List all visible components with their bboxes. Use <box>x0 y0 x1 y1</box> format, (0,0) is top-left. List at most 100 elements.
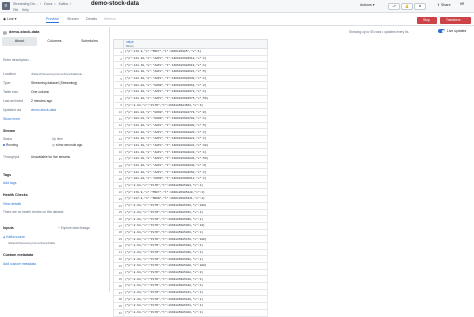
table-cell[interactable]: {"p":141.38,"s":"AAPL","t":1666185904519… <box>123 61 268 70</box>
input-source[interactable]: ◈ Kafka source <box>3 235 25 239</box>
table-row[interactable]: 10 {"p":101.02,"s":"GOOG","t":16661859047… <box>113 108 268 116</box>
avatar[interactable]: HR <box>457 2 467 11</box>
table-cell[interactable]: {"p":141.38,"s":"AAPL","t":1666185904521… <box>123 68 268 76</box>
table-row[interactable]: 38 {"p":8.64,"s":"PLTR","t":1666185905440… <box>113 295 268 304</box>
table-cell[interactable]: {"p":8.64,"s":"PLTR","t":1666185905431,"… <box>123 288 268 297</box>
table-cell[interactable]: {"p":170.9,"s":"MSFT","t":1666185905240,… <box>123 188 268 197</box>
menu-help[interactable]: Help <box>22 8 29 12</box>
table-cell[interactable]: {"p":101.02,"s":"GOOG","t":1666185904798… <box>123 114 268 123</box>
table-row[interactable]: 13 {"p":141.38,"s":"AAPL","t":16661859048… <box>113 128 268 136</box>
tab-schedules[interactable]: Schedules <box>72 37 107 46</box>
table-cell[interactable]: {"p":8.64,"s":"PLTR","t":1666185905363,"… <box>123 228 268 237</box>
live-updates-toggle[interactable]: Live updates <box>438 29 466 34</box>
table-cell[interactable]: {"p":8.64,"s":"PLTR","t":1666185905440,"… <box>123 295 268 304</box>
table-row[interactable]: 35 {"p":8.64,"s":"PLTR","t":1666185905410… <box>113 275 268 284</box>
tab-preview[interactable]: Preview <box>46 17 59 23</box>
table-row[interactable]: 7 {"p":141.38,"s":"AAPL","t":166618590457… <box>113 88 268 96</box>
breadcrumb-item[interactable]: Docs <box>44 2 52 6</box>
table-row[interactable]: 22 {"p":170.9,"s":"MSFT","t":166618590524… <box>113 188 268 197</box>
table-cell[interactable]: {"p":101.02,"s":"GOOG","t":1666185905012… <box>123 175 268 183</box>
tab-metrics[interactable]: Metrics <box>104 17 116 21</box>
table-row[interactable]: 9 {"p":8.64,"s":"PLTR","t":1666185904593,… <box>113 101 268 110</box>
table-row[interactable]: 36 {"p":8.64,"s":"PLTR","t":1666185905420… <box>113 282 268 290</box>
table-row[interactable]: 8 {"p":141.38,"s":"AAPL","t":166618590457… <box>113 94 268 103</box>
table-cell[interactable]: {"p":8.64,"s":"PLTR","t":1666185905386,"… <box>123 248 268 257</box>
table-cell[interactable]: {"p":8.64,"s":"PLTR","t":1666185905420,"… <box>123 282 268 290</box>
table-row[interactable]: 11 {"p":101.02,"s":"GOOG","t":16661859047… <box>113 114 268 123</box>
table-row[interactable]: 40 {"p":8.64,"s":"PLTR","t":1666185905460… <box>113 308 268 317</box>
table-row[interactable]: 20 {"p":101.02,"s":"GOOG","t":16661859050… <box>113 175 268 183</box>
tab-details[interactable]: Details <box>86 17 97 21</box>
table-cell[interactable]: {"p":8.64,"s":"PLTR","t":1666185905392,"… <box>123 255 268 263</box>
table-cell[interactable]: {"p":8.64,"s":"PLTR","t":1666185905380,"… <box>123 241 268 250</box>
table-cell[interactable]: {"p":170.9,"s":"MSFT","t":1666185905","v… <box>123 48 268 56</box>
table-cell[interactable]: {"p":141.38,"s":"AAPL","t":1666185904822… <box>123 134 268 143</box>
tab-stream[interactable]: Stream <box>67 17 79 21</box>
table-row[interactable]: 3 {"p":141.38,"s":"AAPL","t":166618590451… <box>113 61 268 70</box>
table-row[interactable]: 2 {"p":141.38,"s":"AAPL","t":166618590451… <box>113 54 268 63</box>
table-cell[interactable]: {"p":141.38,"s":"AAPL","t":1666185904800… <box>123 121 268 130</box>
table-row[interactable]: 12 {"p":141.38,"s":"AAPL","t":16661859048… <box>113 121 268 130</box>
table-row[interactable]: 33 {"p":8.64,"s":"PLTR","t":1666185905400… <box>113 262 268 270</box>
table-cell[interactable]: {"p":141.38,"s":"AAPL","t":1666185904850… <box>123 168 268 177</box>
add-custom-metadata-link[interactable]: Add custom metadata <box>3 262 36 266</box>
table-cell[interactable]: {"p":8.64,"s":"PLTR","t":1666185905361,"… <box>123 221 268 230</box>
share-button[interactable]: ⇪ Share <box>437 3 451 7</box>
table-row[interactable]: 27 {"p":8.64,"s":"PLTR","t":1666185905361… <box>113 221 268 230</box>
table-cell[interactable]: {"p":8.64,"s":"PLTR","t":1666185904593,"… <box>123 101 268 110</box>
table-cell[interactable]: {"p":141.38,"s":"AAPL","t":1666185904820… <box>123 128 268 136</box>
table-cell[interactable]: {"p":141.38,"s":"AAPL","t":1666185904573… <box>123 88 268 96</box>
table-row[interactable]: 14 {"p":141.38,"s":"AAPL","t":16661859048… <box>113 134 268 143</box>
table-row[interactable]: 37 {"p":8.64,"s":"PLTR","t":1666185905431… <box>113 288 268 297</box>
table-row[interactable]: 32 {"p":8.64,"s":"PLTR","t":1666185905392… <box>113 255 268 263</box>
prop-updated-link[interactable]: demo-stock-data <box>31 108 56 112</box>
table-row[interactable]: 34 {"p":8.64,"s":"PLTR","t":1666185905402… <box>113 268 268 277</box>
table-cell[interactable]: {"p":8.64,"s":"PLTR","t":1666185905410,"… <box>123 275 268 284</box>
description-input[interactable]: Enter description... <box>3 58 31 62</box>
actions-button[interactable]: Actions ▾ <box>360 3 375 7</box>
menu-file[interactable]: File <box>13 8 18 12</box>
table-cell[interactable]: {"p":141.38,"s":"AAPL","t":1666185904840… <box>123 161 268 170</box>
table-cell[interactable]: {"p":141.38,"s":"AAPL","t":1666185904831… <box>123 141 268 150</box>
transform-button[interactable]: Transform <box>440 17 471 24</box>
table-row[interactable]: 4 {"p":141.38,"s":"AAPL","t":166618590452… <box>113 68 268 76</box>
table-row[interactable]: 21 {"p":8.64,"s":"PLTR","t":1666185905083… <box>113 181 268 190</box>
table-row[interactable]: 19 {"p":141.38,"s":"AAPL","t":16661859048… <box>113 168 268 177</box>
table-row[interactable]: 15 {"p":141.38,"s":"AAPL","t":16661859048… <box>113 141 268 150</box>
table-cell[interactable]: {"p":141.38,"s":"AAPL","t":1666185904575… <box>123 94 268 103</box>
table-row[interactable]: 30 {"p":8.64,"s":"PLTR","t":1666185905380… <box>113 241 268 250</box>
tab-about[interactable]: About <box>2 37 37 46</box>
table-cell[interactable]: {"p":141.38,"s":"AAPL","t":1666185904530… <box>123 74 268 83</box>
table-row[interactable]: 28 {"p":8.64,"s":"PLTR","t":1666185905363… <box>113 228 268 237</box>
table-row[interactable]: 16 {"p":141.38,"s":"AAPL","t":16661859048… <box>113 148 268 156</box>
table-row[interactable]: 25 {"p":8.64,"s":"PLTR","t":1666185905352… <box>113 208 268 217</box>
breadcrumb-item[interactable]: Streaming De... <box>13 2 38 6</box>
table-cell[interactable]: {"p":8.64,"s":"PLTR","t":1666185905360,"… <box>123 215 268 223</box>
table-cell[interactable]: {"p":8.64,"s":"PLTR","t":1666185905400,"… <box>123 262 268 270</box>
table-row[interactable]: 5 {"p":141.38,"s":"AAPL","t":166618590453… <box>113 74 268 83</box>
table-cell[interactable]: {"p":141.38,"s":"AAPL","t":1666185904836… <box>123 155 268 163</box>
table-row[interactable]: 23 {"p":217.9,"s":"SNOW","t":166618590533… <box>113 195 268 203</box>
table-cell[interactable]: {"p":141.38,"s":"AAPL","t":1666185904832… <box>123 148 268 156</box>
live-dropdown[interactable]: ◉ Live ▾ <box>3 17 17 21</box>
table-row[interactable]: 26 {"p":8.64,"s":"PLTR","t":1666185905360… <box>113 215 268 223</box>
breadcrumb-item[interactable]: Kafka <box>59 2 68 6</box>
table-cell[interactable]: {"p":8.64,"s":"PLTR","t":1666185905352,"… <box>123 208 268 217</box>
toggle-switch[interactable] <box>438 29 445 34</box>
show-more-link[interactable]: Show more <box>3 117 20 121</box>
table-row[interactable]: 1 {"p":170.9,"s":"MSFT","t":1666185905","… <box>113 48 268 56</box>
table-row[interactable]: 18 {"p":141.38,"s":"AAPL","t":16661859048… <box>113 161 268 170</box>
table-row[interactable]: 39 {"p":8.64,"s":"PLTR","t":1666185905451… <box>113 302 268 310</box>
table-cell[interactable]: {"p":8.64,"s":"PLTR","t":1666185905370,"… <box>123 235 268 243</box>
table-row[interactable]: 6 {"p":101.02,"s":"GOOG","t":166618590456… <box>113 81 268 90</box>
branch-button[interactable]: ⎇ <box>388 3 400 10</box>
table-cell[interactable]: {"p":101.02,"s":"GOOG","t":1666185904779… <box>123 108 268 116</box>
table-cell[interactable]: {"p":8.64,"s":"PLTR","t":1666185905451,"… <box>123 302 268 310</box>
stop-button[interactable]: Stop <box>417 17 437 24</box>
table-cell[interactable]: {"p":8.64,"s":"PLTR","t":1666185905083,"… <box>123 181 268 190</box>
view-details-link[interactable]: View details <box>3 202 21 206</box>
table-row[interactable]: 17 {"p":141.38,"s":"AAPL","t":16661859048… <box>113 155 268 163</box>
table-cell[interactable]: {"p":101.02,"s":"GOOG","t":1666185904563… <box>123 81 268 90</box>
table-cell[interactable]: {"p":141.38,"s":"AAPL","t":1666185904518… <box>123 54 268 63</box>
notifications-button[interactable]: 🔔 <box>401 3 413 10</box>
